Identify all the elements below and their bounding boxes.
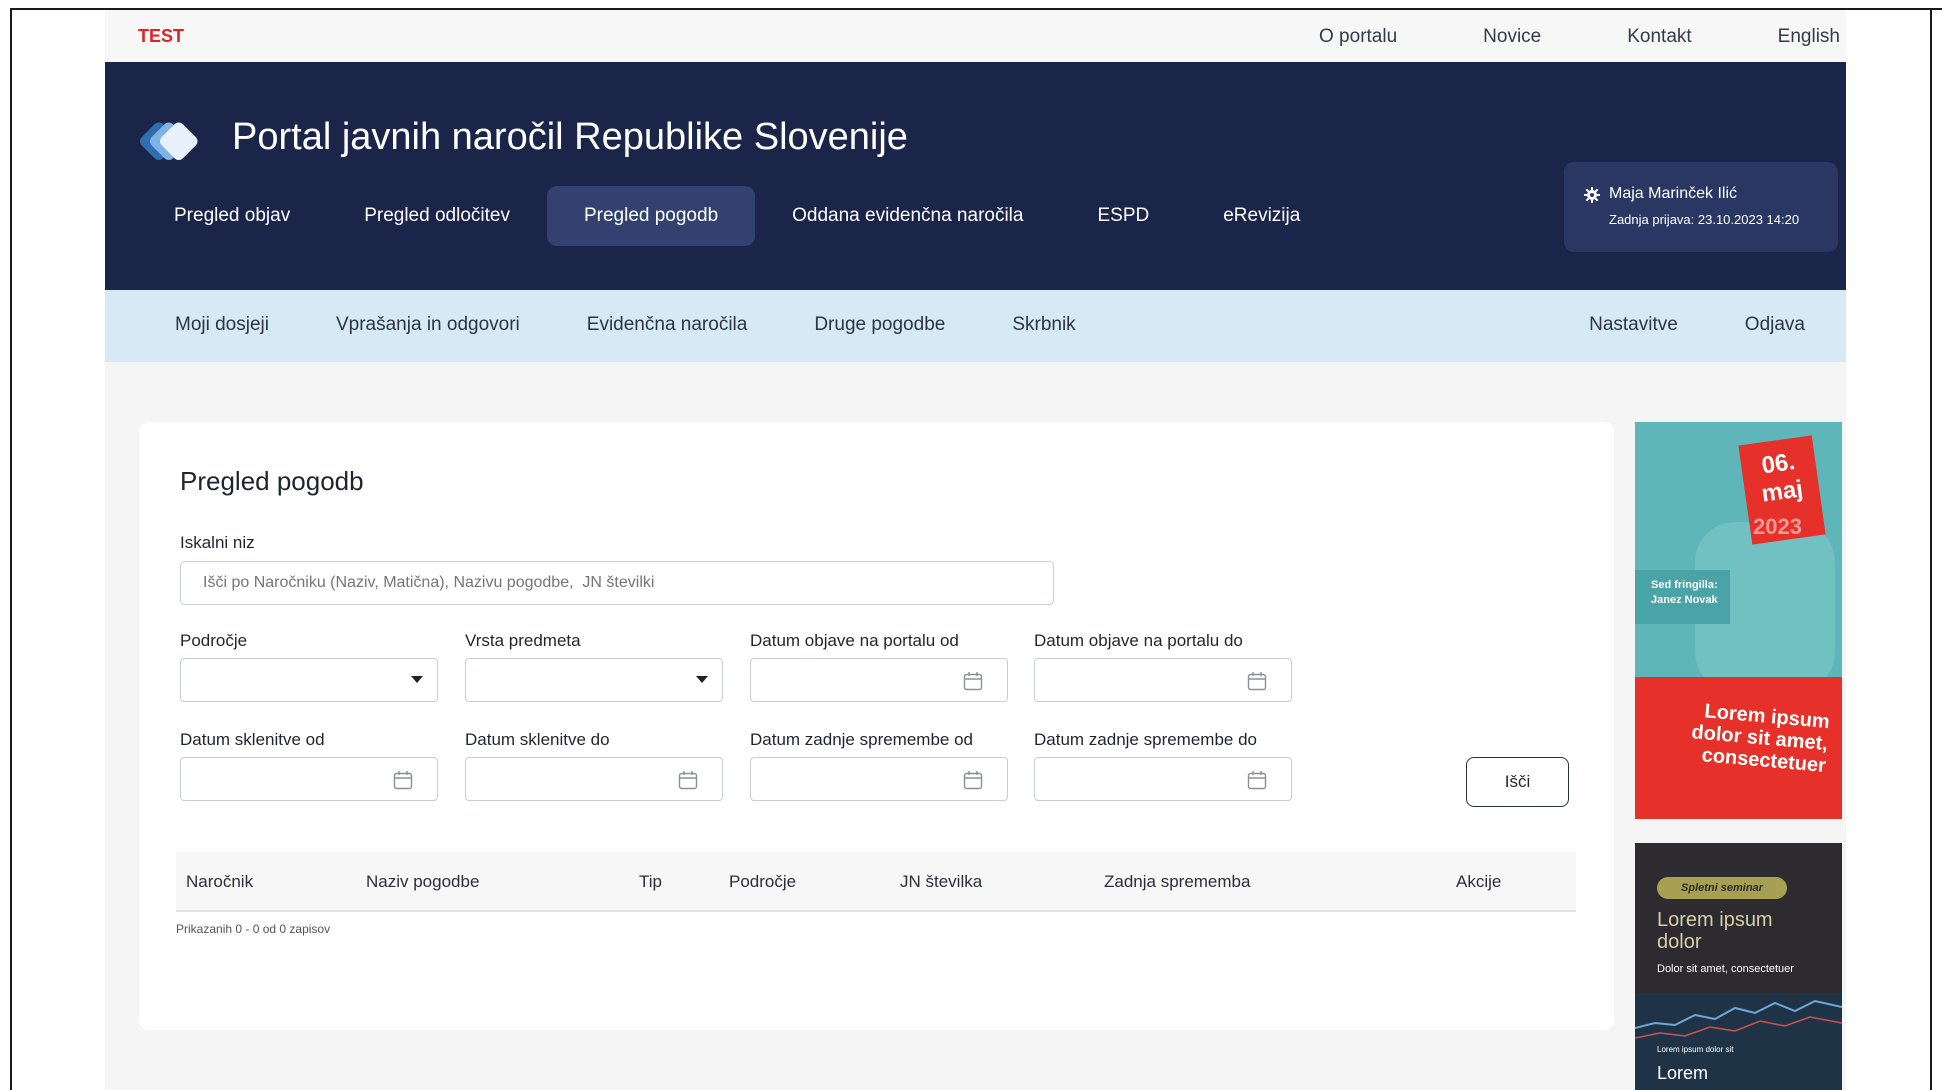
- sub-navigation: Moji dosjeji Vprašanja in odgovori Evide…: [105, 290, 1846, 362]
- pub-from-label: Datum objave na portalu od: [750, 631, 959, 650]
- gear-icon: [1584, 187, 1600, 203]
- subnav-vprasanja-in-odgovori[interactable]: Vprašanja in odgovori: [336, 314, 520, 336]
- table-header: Naročnik Naziv pogodbe Tip Področje JN š…: [176, 852, 1576, 912]
- pub-to-label: Datum objave na portalu do: [1034, 631, 1243, 650]
- col-narocnik[interactable]: Naročnik: [186, 872, 253, 892]
- main-header: Portal javnih naročil Republike Slovenij…: [105, 62, 1846, 290]
- link-english[interactable]: English: [1778, 26, 1840, 48]
- webinar-title: Lorem ipsum dolor: [1657, 909, 1773, 953]
- user-box[interactable]: Maja Marinček Ilić Zadnja prijava: 23.10…: [1564, 162, 1838, 252]
- last-login: Zadnja prijava: 23.10.2023 14:20: [1609, 212, 1800, 227]
- subnav-odjava[interactable]: Odjava: [1745, 314, 1805, 336]
- change-from-date-field[interactable]: [750, 757, 1008, 801]
- sign-from-label: Datum sklenitve od: [180, 730, 325, 749]
- col-akcije: Akcije: [1456, 872, 1502, 891]
- utility-bar: TEST O portalu Novice Kontakt English: [105, 10, 1846, 62]
- calendar-icon[interactable]: [1247, 770, 1267, 790]
- subnav-skrbnik[interactable]: Skrbnik: [1012, 314, 1075, 336]
- calendar-icon[interactable]: [963, 770, 983, 790]
- calendar-icon[interactable]: [963, 671, 983, 691]
- area-label: Področje: [180, 631, 248, 650]
- frame-border-right: [1930, 8, 1932, 1090]
- portal-page: TEST O portalu Novice Kontakt English Po…: [105, 10, 1846, 1090]
- col-zadnja-sprememba[interactable]: Zadnja sprememba: [1104, 872, 1250, 892]
- main-navigation: Pregled objav Pregled odločitev Pregled …: [137, 186, 1337, 246]
- webinar-subtitle: Dolor sit amet, consectetuer: [1657, 963, 1794, 975]
- record-count: Prikazanih 0 - 0 od 0 zapisov: [176, 922, 331, 936]
- calendar-icon[interactable]: [678, 770, 698, 790]
- area-select[interactable]: [180, 658, 438, 702]
- change-from-label: Datum zadnje spremembe od: [750, 730, 974, 749]
- portal-title[interactable]: Portal javnih naročil Republike Slovenij…: [232, 116, 908, 159]
- type-select[interactable]: [465, 658, 723, 702]
- banner-red-block: Lorem ipsum dolor sit amet, consectetuer: [1635, 677, 1842, 819]
- calendar-icon[interactable]: [393, 770, 413, 790]
- search-button[interactable]: Išči: [1466, 757, 1569, 807]
- nav-pregled-pogodb[interactable]: Pregled pogodb: [546, 186, 756, 246]
- banner-headline: Lorem ipsum dolor sit amet, consectetuer: [1690, 700, 1831, 777]
- user-name: Maja Marinček Ilić: [1609, 185, 1738, 202]
- chevron-down-icon: [696, 676, 708, 683]
- sign-from-date-field[interactable]: [180, 757, 438, 801]
- banner-year: 2023: [1753, 514, 1802, 539]
- webinar-bottom-title: Lorem: [1657, 1063, 1709, 1083]
- banner-speaker: Sed fringilla: Janez Novak: [1635, 570, 1730, 624]
- nav-erevizija[interactable]: eRevizija: [1186, 186, 1337, 246]
- nav-pregled-objav[interactable]: Pregled objav: [137, 186, 327, 246]
- subnav-nastavitve[interactable]: Nastavitve: [1589, 314, 1678, 336]
- chevron-down-icon: [411, 676, 423, 683]
- subnav-evidencna-narocila[interactable]: Evidenčna naročila: [587, 314, 748, 336]
- nav-oddana-evidencna-narocila[interactable]: Oddana evidenčna naročila: [755, 186, 1060, 246]
- webinar-banner[interactable]: Spletni seminar Lorem ipsum dolor Dolor …: [1635, 843, 1842, 1090]
- link-contact[interactable]: Kontakt: [1627, 26, 1691, 48]
- nav-espd[interactable]: ESPD: [1060, 186, 1186, 246]
- subnav-right: Nastavitve Odjava: [1522, 314, 1805, 336]
- pub-to-date-field[interactable]: [1034, 658, 1292, 702]
- link-about[interactable]: O portalu: [1319, 26, 1397, 48]
- col-naziv-pogodbe[interactable]: Naziv pogodbe: [366, 872, 479, 892]
- page-title: Pregled pogodb: [180, 466, 364, 496]
- webinar-bottom-panel: Lorem ipsum dolor sit Lorem: [1635, 993, 1842, 1090]
- calendar-icon[interactable]: [1247, 671, 1267, 691]
- portal-logo-icon[interactable]: [138, 114, 214, 170]
- sign-to-label: Datum sklenitve do: [465, 730, 610, 749]
- col-podrocje[interactable]: Področje: [729, 872, 796, 892]
- event-banner[interactable]: 06. maj 2023 Sed fringilla: Janez Novak …: [1635, 422, 1842, 819]
- nav-pregled-odlocitev[interactable]: Pregled odločitev: [327, 186, 547, 246]
- search-card: Pregled pogodb Iskalni niz Področje Vrst…: [139, 422, 1614, 1030]
- environment-badge: TEST: [138, 26, 185, 46]
- type-label: Vrsta predmeta: [465, 631, 581, 650]
- chart-graphic-icon: [1635, 999, 1842, 1039]
- change-to-date-field[interactable]: [1034, 757, 1292, 801]
- webinar-tag: Spletni seminar: [1657, 877, 1787, 899]
- webinar-bottom-caption: Lorem ipsum dolor sit: [1657, 1045, 1734, 1054]
- search-input[interactable]: [180, 561, 1054, 605]
- pub-from-date-field[interactable]: [750, 658, 1008, 702]
- link-news[interactable]: Novice: [1483, 26, 1541, 48]
- change-to-label: Datum zadnje spremembe do: [1034, 730, 1258, 749]
- subnav-left: Moji dosjeji Vprašanja in odgovori Evide…: [175, 314, 1143, 336]
- col-jn-stevilka[interactable]: JN številka: [900, 872, 982, 892]
- subnav-druge-pogodbe[interactable]: Druge pogodbe: [814, 314, 945, 336]
- utility-links: O portalu Novice Kontakt English: [1233, 26, 1840, 48]
- col-tip[interactable]: Tip: [639, 872, 662, 892]
- subnav-moji-dosjeji[interactable]: Moji dosjeji: [175, 314, 269, 336]
- sign-to-date-field[interactable]: [465, 757, 723, 801]
- search-label: Iskalni niz: [180, 533, 255, 552]
